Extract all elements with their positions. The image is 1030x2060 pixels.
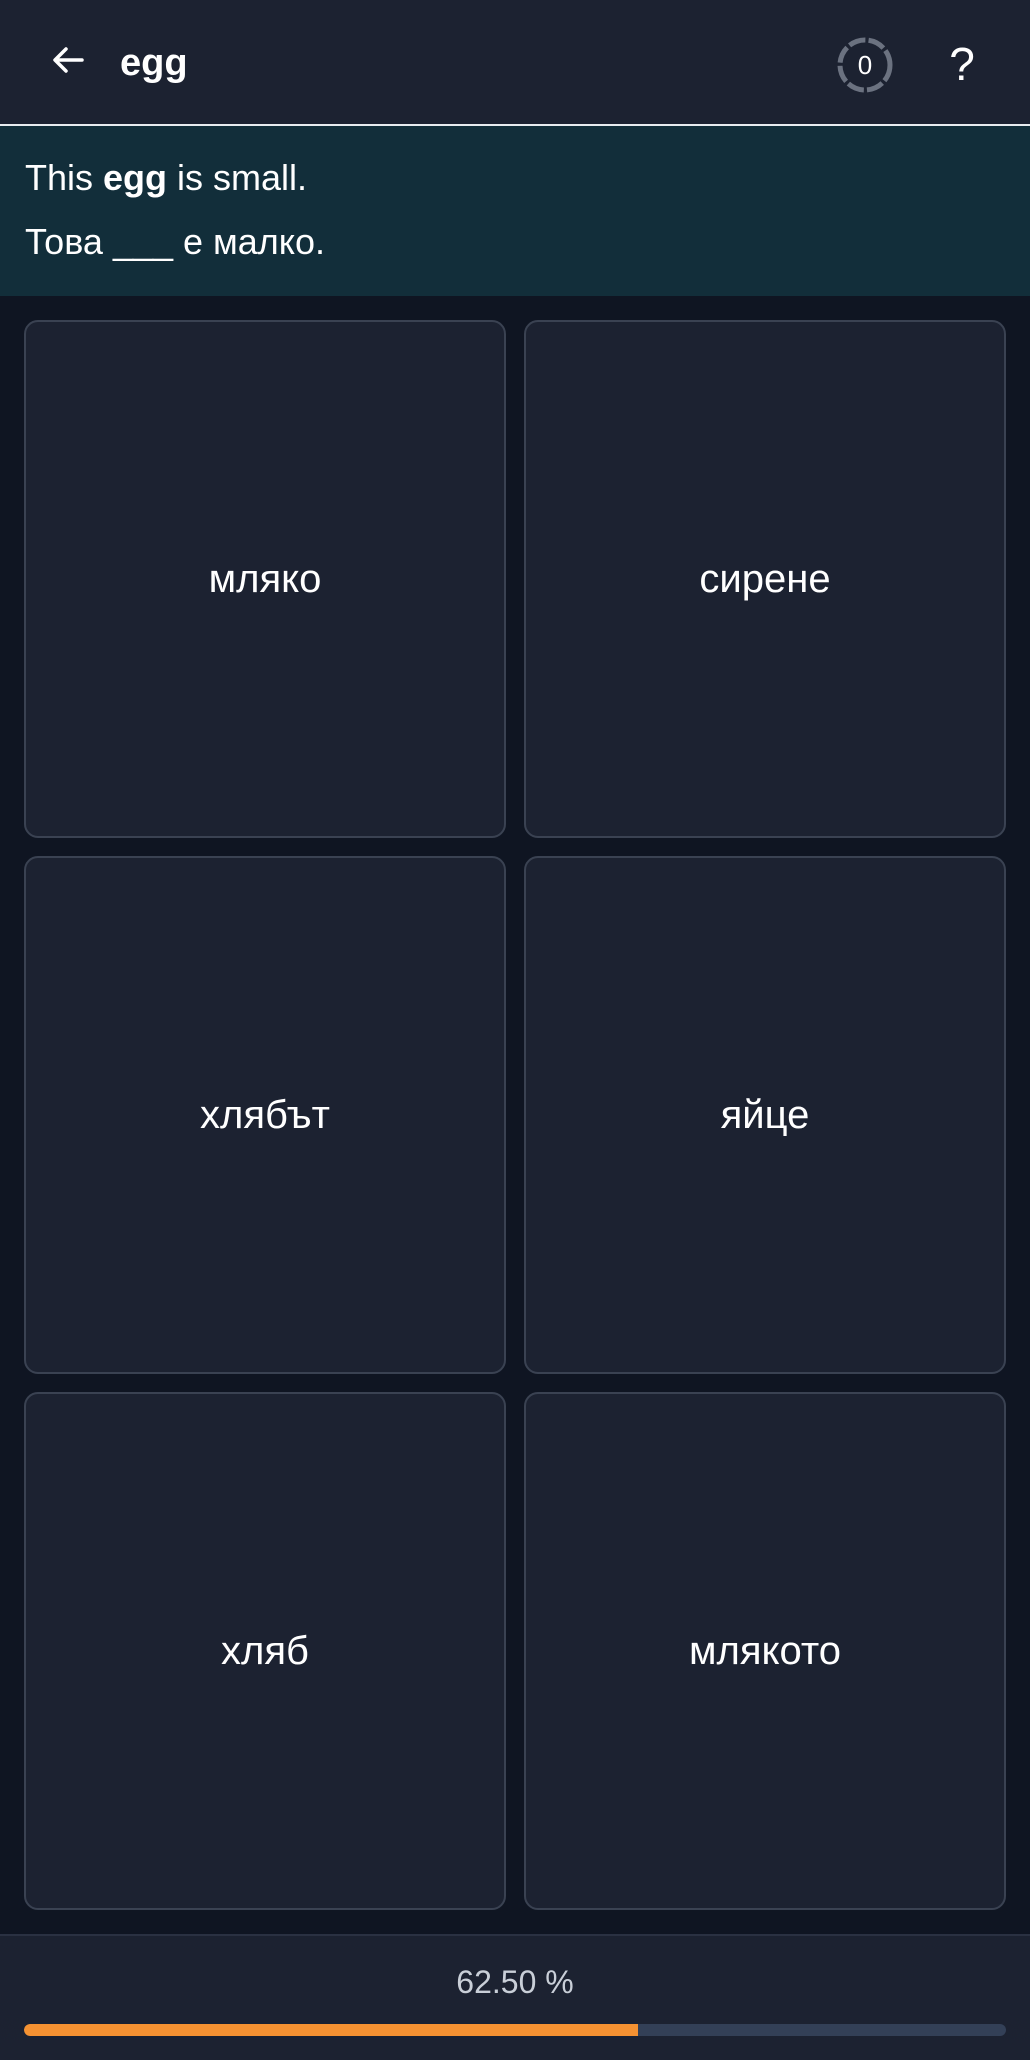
app-window: egg 0 ? This egg is small. Това ___ е ма…: [0, 0, 1030, 2060]
target-sentence: Това ___ е малко.: [25, 221, 325, 262]
answer-option[interactable]: яйце: [524, 856, 1006, 1374]
progress-track: [24, 2024, 1006, 2036]
progress-percentage: 62.50 %: [456, 1964, 574, 2000]
english-prefix: This: [25, 157, 104, 198]
page-title: egg: [120, 42, 188, 84]
help-button[interactable]: ?: [932, 32, 992, 96]
english-highlight-word: egg: [103, 157, 168, 198]
arrow-left-icon: [53, 47, 84, 73]
counter-value: 0: [857, 49, 873, 80]
english-suffix: is small.: [167, 157, 308, 198]
answer-option[interactable]: хляб: [24, 1392, 506, 1910]
prompt-panel: This egg is small. Това ___ е малко.: [0, 126, 1030, 296]
back-button[interactable]: [36, 28, 100, 92]
answer-grid: мляко сирене хлябът яйце хляб млякото: [24, 320, 1006, 1910]
answer-option[interactable]: сирене: [524, 320, 1006, 838]
top-bar: egg 0 ?: [0, 0, 1030, 126]
english-sentence: This egg is small.: [25, 156, 307, 200]
answer-option[interactable]: хлябът: [24, 856, 506, 1374]
progress-footer: 62.50 %: [0, 1934, 1030, 2060]
answer-option[interactable]: мляко: [24, 320, 506, 838]
progress-fill: [24, 2024, 638, 2036]
answer-option[interactable]: млякото: [524, 1392, 1006, 1910]
streak-counter[interactable]: 0: [836, 36, 894, 94]
